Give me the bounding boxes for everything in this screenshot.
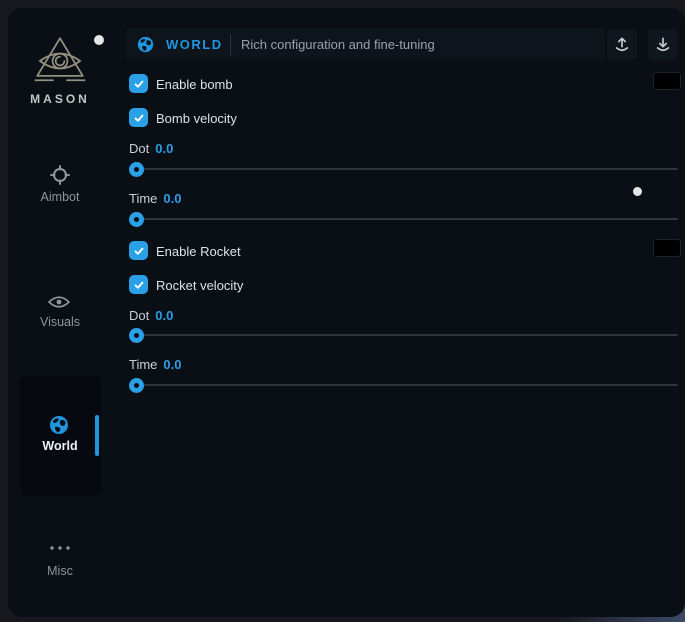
bomb-dot-slider[interactable] xyxy=(129,168,678,170)
eye-icon xyxy=(48,295,70,309)
active-item-indicator xyxy=(95,415,99,456)
mason-menu-window: MASON Aimbot Visuals World xyxy=(8,8,685,617)
slider-label: Time0.0 xyxy=(129,191,181,206)
rocket-velocity-checkbox[interactable] xyxy=(129,275,148,294)
import-config-button[interactable] xyxy=(648,29,678,60)
rocket-time-slider[interactable] xyxy=(129,384,678,386)
check-icon xyxy=(133,112,145,124)
enable-bomb-checkbox[interactable] xyxy=(129,74,148,93)
mason-logo-icon xyxy=(32,34,88,88)
download-icon xyxy=(653,35,673,55)
checkbox-label: Rocket velocity xyxy=(156,278,243,293)
page-title: WORLD xyxy=(166,37,223,52)
slider-thumb[interactable] xyxy=(129,378,144,393)
check-icon xyxy=(133,245,145,257)
sidebar-item-label: Aimbot xyxy=(16,190,104,205)
checkbox-label: Enable Rocket xyxy=(156,244,241,259)
slider-value: 0.0 xyxy=(163,357,181,372)
slider-thumb[interactable] xyxy=(129,212,144,227)
slider-label: Time0.0 xyxy=(129,357,181,372)
sidebar-item-label: Misc xyxy=(16,564,104,579)
slider-value: 0.0 xyxy=(163,191,181,206)
bomb-velocity-checkbox[interactable] xyxy=(129,108,148,127)
rocket-color-swatch[interactable] xyxy=(653,239,681,257)
crosshair-icon xyxy=(50,165,70,185)
globe-icon xyxy=(137,36,154,53)
slider-thumb[interactable] xyxy=(129,328,144,343)
page-subtitle: Rich configuration and fine-tuning xyxy=(241,37,435,52)
cursor-dot xyxy=(94,35,104,45)
check-icon xyxy=(133,279,145,291)
upload-icon xyxy=(612,35,632,55)
enable-rocket-checkbox[interactable] xyxy=(129,241,148,260)
ellipsis-icon xyxy=(48,544,72,552)
checkbox-label: Bomb velocity xyxy=(156,111,237,126)
cursor-dot xyxy=(633,187,642,196)
slider-label: Dot0.0 xyxy=(129,141,173,156)
globe-icon xyxy=(49,415,69,435)
brand-name: MASON xyxy=(16,92,104,106)
sidebar-item-label: Visuals xyxy=(16,315,104,330)
header-divider xyxy=(230,34,231,55)
export-config-button[interactable] xyxy=(607,29,637,60)
rocket-dot-slider[interactable] xyxy=(129,334,678,336)
desktop-background: MASON Aimbot Visuals World xyxy=(0,0,685,622)
slider-thumb[interactable] xyxy=(129,162,144,177)
slider-value: 0.0 xyxy=(155,308,173,323)
bomb-color-swatch[interactable] xyxy=(653,72,681,90)
sidebar-item-world[interactable]: World xyxy=(20,376,101,495)
sidebar-item-label: World xyxy=(16,439,104,454)
check-icon xyxy=(133,78,145,90)
slider-value: 0.0 xyxy=(155,141,173,156)
slider-label: Dot0.0 xyxy=(129,308,173,323)
checkbox-label: Enable bomb xyxy=(156,77,233,92)
bomb-time-slider[interactable] xyxy=(129,218,678,220)
